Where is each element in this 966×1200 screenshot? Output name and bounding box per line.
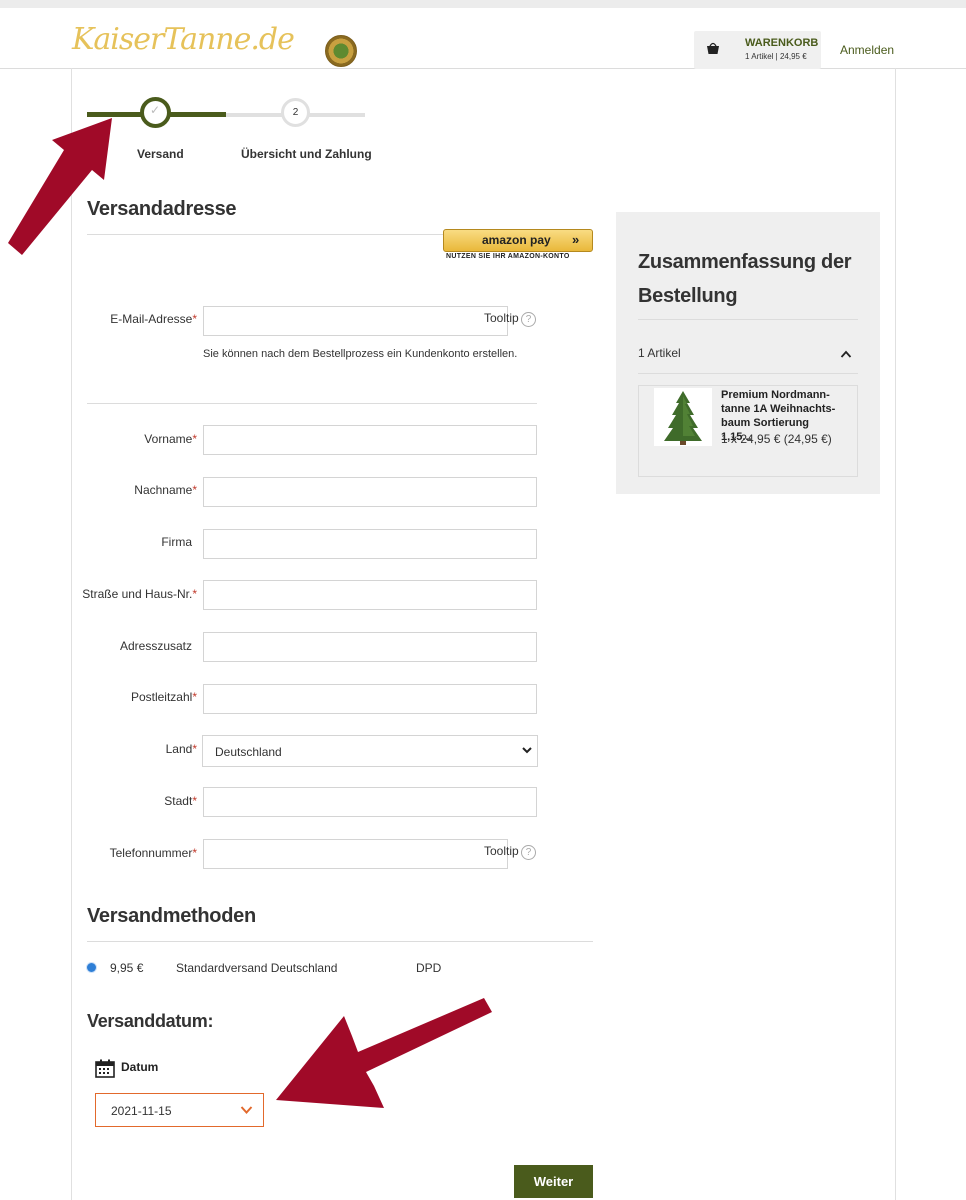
shipping-price: 9,95 € — [110, 961, 144, 975]
street-input[interactable] — [203, 580, 537, 610]
postcode-label: Postleitzahl* — [130, 690, 197, 704]
firstname-label: Vorname* — [144, 432, 197, 446]
phone-tooltip-label: Tooltip — [484, 844, 519, 858]
cart-title: WARENKORB — [745, 37, 819, 49]
item-count: 1 Artikel — [638, 346, 681, 360]
divider — [638, 319, 858, 320]
city-input[interactable] — [203, 787, 537, 817]
amazon-pay-subtext: NUTZEN SIE IHR AMAZON-KONTO — [446, 253, 570, 260]
company-label: Firma — [161, 535, 192, 549]
divider — [87, 403, 537, 404]
christmas-tree-image — [654, 388, 712, 446]
city-label: Stadt* — [164, 794, 197, 808]
order-item: Premium Nordmann-tanne 1A Weihnachts-bau… — [638, 385, 858, 477]
address-addition-input[interactable] — [203, 632, 537, 662]
cart-button[interactable]: WARENKORB 1 Artikel | 24,95 € — [694, 31, 821, 69]
lastname-label: Nachname* — [134, 483, 197, 497]
quality-seal-icon — [325, 35, 357, 67]
shipping-date-heading: Versanddatum: — [87, 1011, 214, 1031]
top-strip — [0, 0, 966, 8]
address-addition-label: Adresszusatz — [119, 639, 192, 653]
check-icon: ✓ — [150, 103, 161, 117]
date-select[interactable]: 2021-11-15 — [95, 1093, 264, 1127]
login-link[interactable]: Anmelden — [840, 43, 894, 57]
item-price: 1 x 24,95 € (24,95 €) — [721, 432, 832, 446]
firstname-input[interactable] — [203, 425, 537, 455]
calendar-icon — [95, 1059, 115, 1078]
cart-summary: 1 Artikel | 24,95 € — [745, 52, 807, 61]
country-label: Land* — [165, 742, 197, 756]
help-icon[interactable]: ? — [521, 845, 536, 860]
country-select[interactable]: Deutschland — [202, 735, 538, 767]
date-label: Datum — [121, 1060, 159, 1074]
continue-button[interactable]: Weiter — [514, 1165, 593, 1198]
chevron-down-icon — [240, 1106, 253, 1114]
shipping-methods-heading: Versandmethoden — [87, 905, 256, 927]
lastname-input[interactable] — [203, 477, 537, 507]
street-label: Straße und Haus-Nr.* — [82, 587, 197, 601]
country-select-value: Deutschland — [215, 745, 282, 759]
help-icon[interactable]: ? — [521, 312, 536, 327]
phone-input[interactable] — [203, 839, 508, 869]
basket-icon — [707, 42, 719, 54]
postcode-input[interactable] — [203, 684, 537, 714]
site-logo[interactable]: KaiserTanne.de — [72, 22, 295, 57]
order-summary-title: Zusammenfassung der Bestellung — [638, 251, 852, 307]
phone-label: Telefonnummer* — [109, 846, 197, 860]
step-1-label: Versand — [137, 147, 184, 161]
shipping-address-heading: Versandadresse — [87, 198, 237, 220]
shipping-method-name: Standardversand Deutschland — [176, 961, 338, 975]
order-summary: Zusammenfassung der Bestellung 1 Artikel… — [616, 212, 880, 494]
chevron-down-icon — [522, 747, 532, 754]
date-select-value: 2021-11-15 — [111, 1104, 172, 1118]
step-2-label: Übersicht und Zahlung — [241, 147, 372, 161]
chevron-up-icon[interactable] — [840, 349, 852, 359]
step-2-indicator: 2 — [281, 98, 310, 127]
site-header: KaiserTanne.de WARENKORB 1 Artikel | 24,… — [0, 8, 966, 69]
step-1-indicator: ✓ — [140, 97, 171, 128]
email-input[interactable] — [203, 306, 508, 336]
email-label: E-Mail-Adresse* — [110, 312, 197, 326]
company-input[interactable] — [203, 529, 537, 559]
divider — [638, 373, 858, 374]
email-tooltip-label: Tooltip — [484, 311, 519, 325]
double-chevron-right-icon: » — [572, 232, 580, 247]
account-note: Sie können nach dem Bestellprozess ein K… — [203, 348, 518, 360]
amazon-pay-label: amazon pay — [482, 233, 551, 247]
shipping-carrier: DPD — [416, 961, 442, 975]
shipping-method-radio[interactable] — [87, 963, 96, 972]
divider — [87, 941, 593, 942]
amazon-pay-button[interactable]: amazon pay » — [443, 229, 593, 252]
